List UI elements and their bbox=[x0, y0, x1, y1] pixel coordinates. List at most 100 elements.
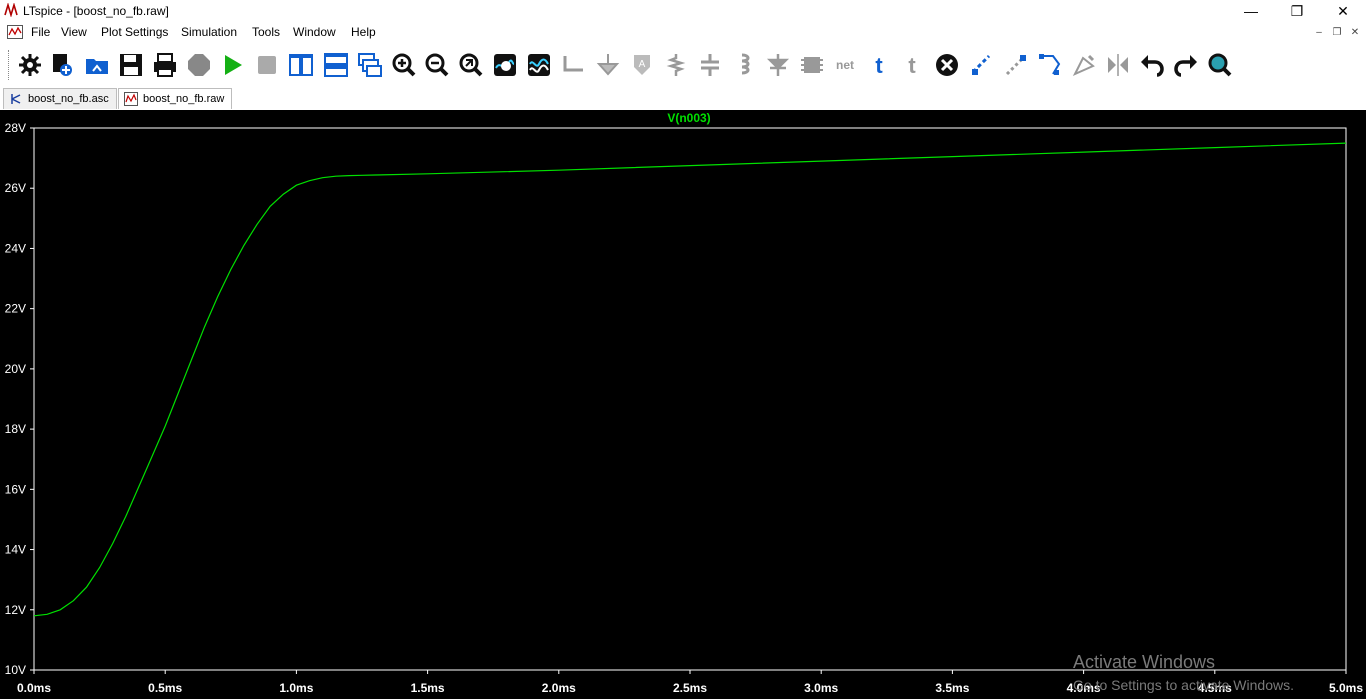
x-tick-label: 1.5ms bbox=[411, 681, 445, 695]
drag-button[interactable] bbox=[1035, 50, 1065, 80]
move-icon bbox=[1005, 54, 1027, 76]
x-tick-label: 2.5ms bbox=[673, 681, 707, 695]
zoom-in-icon bbox=[392, 53, 416, 77]
menu-help[interactable]: Help bbox=[351, 25, 376, 39]
stop-sign-button[interactable] bbox=[184, 50, 214, 80]
close-button[interactable]: ✕ bbox=[1320, 0, 1366, 22]
x-tick-label: 2.0ms bbox=[542, 681, 576, 695]
component-button[interactable] bbox=[797, 50, 827, 80]
run-button[interactable] bbox=[218, 50, 248, 80]
menu-tools[interactable]: Tools bbox=[252, 25, 280, 39]
toolbar-grip[interactable] bbox=[8, 50, 12, 80]
inductor-icon bbox=[741, 53, 750, 75]
delete-button[interactable] bbox=[932, 50, 962, 80]
y-tick-label: 28V bbox=[5, 121, 26, 135]
title-bar: LTspice - [boost_no_fb.raw] — ❐ ✕ bbox=[0, 0, 1366, 22]
undo-button[interactable] bbox=[1137, 50, 1167, 80]
resistor-button[interactable] bbox=[661, 50, 691, 80]
waveform-plot[interactable]: 10V 12V 14V 16V 18V 20V 22V 24V 26V 28V 0.0ms 0.5ms… bbox=[0, 110, 1366, 699]
wire-icon bbox=[563, 56, 583, 72]
x-tick-label: 5.0ms bbox=[1329, 681, 1363, 695]
undo-icon bbox=[1141, 55, 1164, 77]
gear-icon bbox=[19, 54, 41, 76]
wire-button[interactable] bbox=[559, 50, 589, 80]
schematic-icon bbox=[11, 94, 21, 104]
spice-directive-icon: t bbox=[908, 53, 916, 78]
menu-view[interactable]: View bbox=[61, 25, 87, 39]
menu-plot-settings[interactable]: Plot Settings bbox=[101, 25, 168, 39]
tile-vertical-icon bbox=[289, 54, 313, 76]
tab-waveform-label: boost_no_fb.raw bbox=[143, 93, 225, 105]
net-label-icon: A bbox=[634, 55, 650, 75]
net-label-button[interactable]: A bbox=[627, 50, 657, 80]
svg-text:t: t bbox=[875, 53, 883, 78]
mirror-icon bbox=[1108, 54, 1128, 76]
mdi-close-button[interactable]: ✕ bbox=[1348, 26, 1362, 40]
print-icon bbox=[154, 53, 176, 77]
autorange-icon bbox=[494, 54, 516, 76]
y-tick-label: 16V bbox=[5, 482, 26, 496]
minimize-button[interactable]: — bbox=[1228, 0, 1274, 22]
x-tick-label: 3.5ms bbox=[935, 681, 969, 695]
text-icon: t bbox=[875, 53, 883, 78]
x-tick-label: 3.0ms bbox=[804, 681, 838, 695]
x-tick-label: 1.0ms bbox=[279, 681, 313, 695]
tab-waveform[interactable]: boost_no_fb.raw bbox=[118, 88, 232, 109]
x-tick-label: 0.5ms bbox=[148, 681, 182, 695]
redo-button[interactable] bbox=[1171, 50, 1201, 80]
plot-frame bbox=[33, 127, 1347, 671]
new-schematic-icon bbox=[53, 54, 72, 76]
open-button[interactable] bbox=[82, 50, 112, 80]
y-tick-label: 20V bbox=[5, 362, 26, 376]
zoom-fit-button[interactable] bbox=[456, 50, 486, 80]
waveform-doc-icon bbox=[7, 25, 23, 39]
print-button[interactable] bbox=[150, 50, 180, 80]
cascade-button[interactable] bbox=[355, 50, 385, 80]
text-button[interactable]: t bbox=[864, 50, 894, 80]
ltspice-logo-icon bbox=[4, 3, 18, 17]
move-button[interactable] bbox=[1001, 50, 1031, 80]
trace-line bbox=[33, 142, 1347, 617]
halt-button[interactable] bbox=[252, 50, 282, 80]
zoom-in-button[interactable] bbox=[389, 50, 419, 80]
find-icon bbox=[1208, 53, 1232, 77]
spice-directive-button[interactable]: t bbox=[897, 50, 927, 80]
autorange-button[interactable] bbox=[490, 50, 520, 80]
menu-bar: File View Plot Settings Simulation Tools… bbox=[0, 22, 1366, 42]
plot-canvas[interactable]: 10V 12V 14V 16V 18V 20V 22V 24V 26V 28V 0.0ms 0.5ms… bbox=[0, 110, 1366, 699]
restore-button[interactable]: ❐ bbox=[1274, 0, 1320, 22]
open-icon bbox=[86, 59, 108, 74]
menu-file[interactable]: File bbox=[31, 25, 50, 39]
rotate-icon bbox=[1072, 54, 1095, 77]
gear-button[interactable] bbox=[15, 50, 45, 80]
svg-text:t: t bbox=[908, 53, 916, 78]
tile-horizontal-button[interactable] bbox=[321, 50, 351, 80]
save-icon bbox=[120, 54, 142, 76]
menu-window[interactable]: Window bbox=[293, 25, 336, 39]
diode-button[interactable] bbox=[763, 50, 793, 80]
activation-watermark-text: Go to Settings to activate Windows. bbox=[1073, 677, 1294, 693]
net-button[interactable]: net bbox=[830, 50, 860, 80]
mdi-minimize-button[interactable]: – bbox=[1312, 26, 1326, 40]
menu-simulation[interactable]: Simulation bbox=[181, 25, 237, 39]
tile-vertical-button[interactable] bbox=[286, 50, 316, 80]
halt-icon bbox=[258, 56, 276, 74]
run-icon bbox=[225, 55, 242, 75]
duplicate-button[interactable] bbox=[967, 50, 997, 80]
mdi-restore-button[interactable]: ❐ bbox=[1330, 26, 1344, 40]
find-button[interactable] bbox=[1205, 50, 1235, 80]
inductor-button[interactable] bbox=[729, 50, 759, 80]
zoom-out-button[interactable] bbox=[422, 50, 452, 80]
rotate-button[interactable] bbox=[1069, 50, 1099, 80]
window-title: LTspice - [boost_no_fb.raw] bbox=[23, 4, 169, 18]
ground-button[interactable] bbox=[593, 50, 623, 80]
document-tabs: boost_no_fb.asc boost_no_fb.raw bbox=[0, 86, 1366, 110]
save-button[interactable] bbox=[116, 50, 146, 80]
y-tick-label: 12V bbox=[5, 603, 26, 617]
waveform-button[interactable] bbox=[524, 50, 554, 80]
mirror-button[interactable] bbox=[1103, 50, 1133, 80]
capacitor-button[interactable] bbox=[695, 50, 725, 80]
new-schematic-button[interactable] bbox=[47, 50, 77, 80]
y-tick-label: 24V bbox=[5, 241, 26, 255]
tab-schematic[interactable]: boost_no_fb.asc bbox=[3, 88, 117, 109]
